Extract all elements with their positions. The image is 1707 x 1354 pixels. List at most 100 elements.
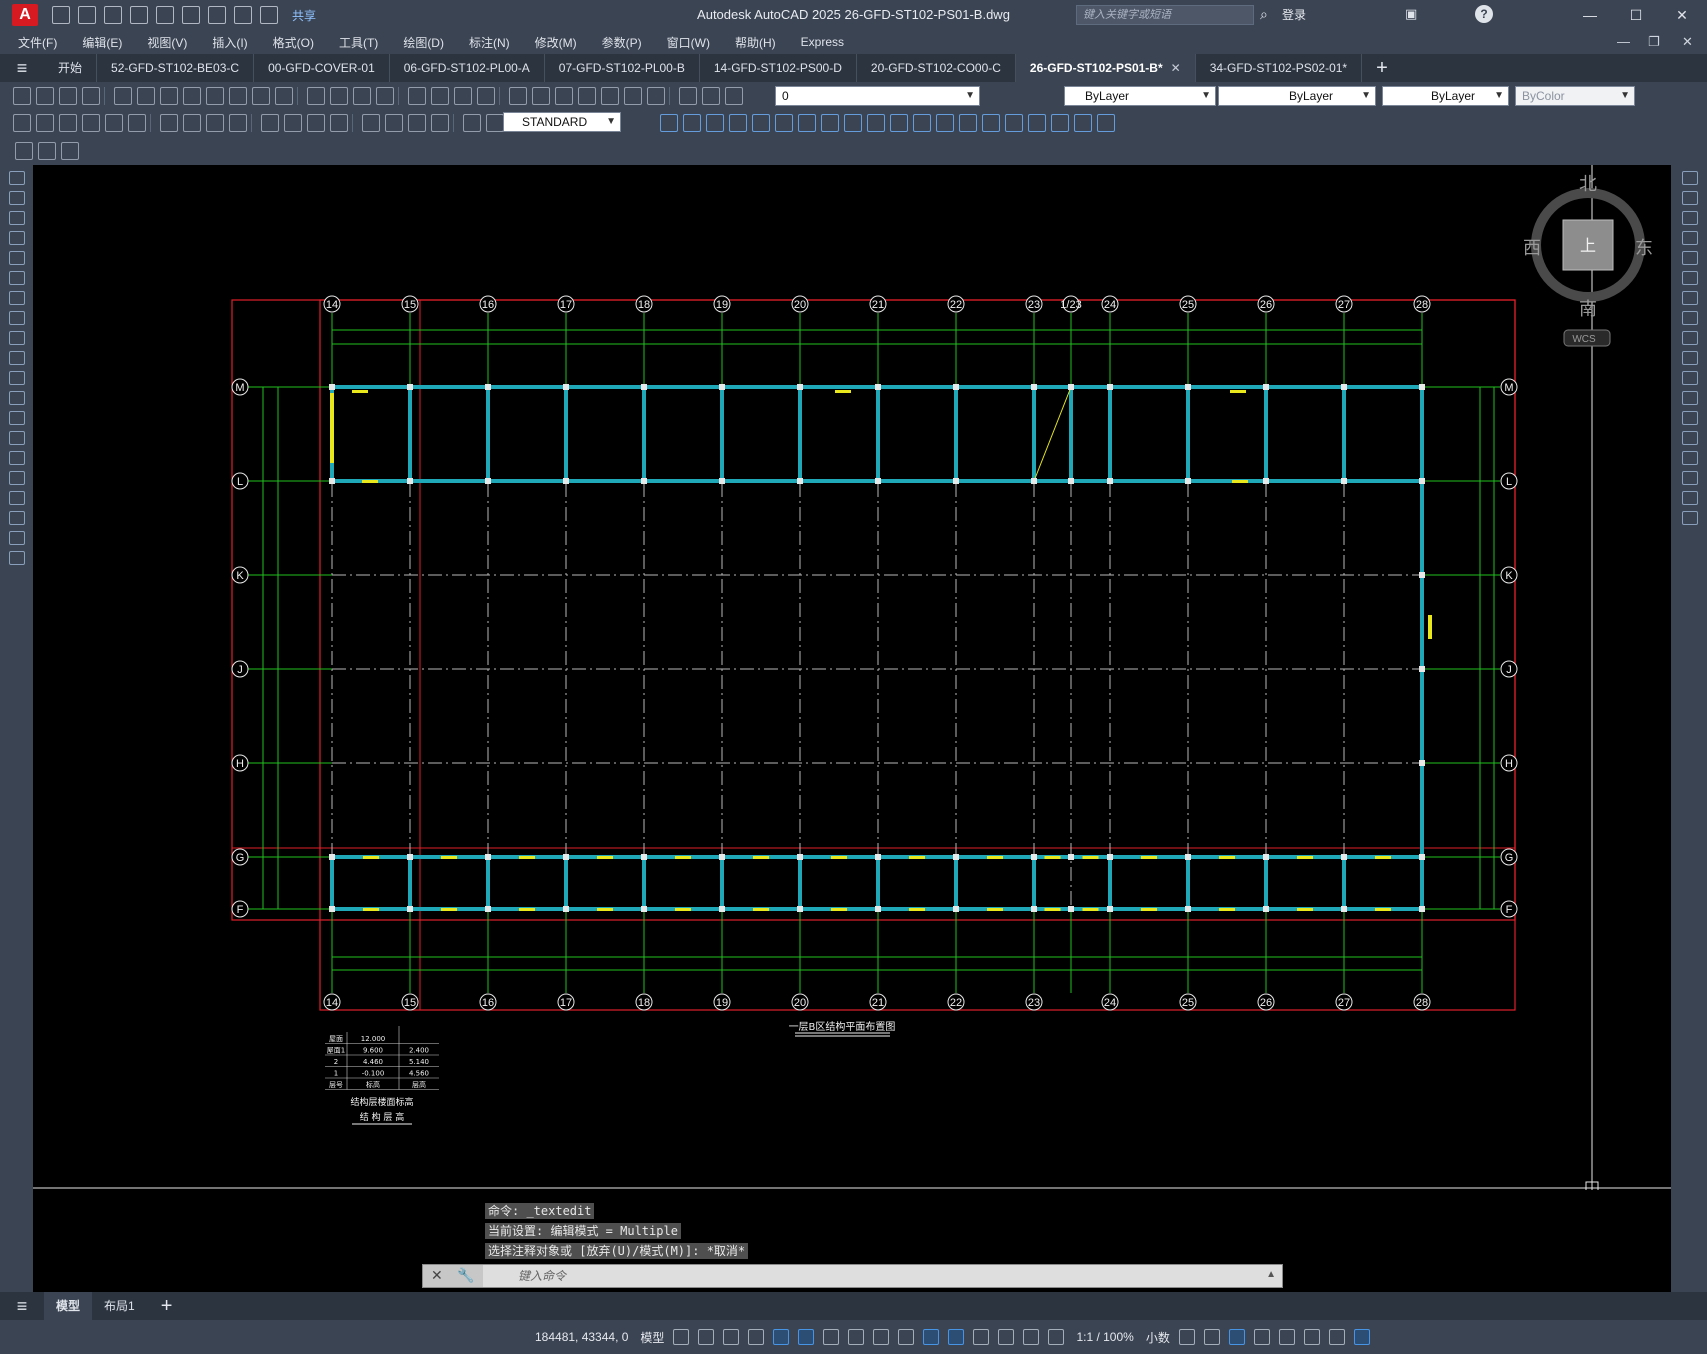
new-file-icon[interactable]: [52, 6, 70, 24]
close-command-line-icon[interactable]: ✕: [431, 1267, 443, 1284]
toolbar-tool-icon[interactable]: [702, 87, 720, 105]
status-units-dropdown[interactable]: 小数: [1146, 1329, 1170, 1346]
palette-tool-icon[interactable]: [1682, 191, 1698, 205]
palette-tool-icon[interactable]: [1682, 411, 1698, 425]
toolbar-tool-icon[interactable]: [1051, 114, 1069, 132]
status-toggle-icon[interactable]: [698, 1329, 715, 1345]
new-tab-icon[interactable]: +: [1376, 57, 1388, 80]
palette-tool-icon[interactable]: [9, 551, 25, 565]
toolbar-tool-icon[interactable]: [36, 87, 54, 105]
open-file-icon[interactable]: [78, 6, 96, 24]
linetype-dropdown[interactable]: ByLayer ▼: [1218, 86, 1376, 106]
palette-tool-icon[interactable]: [9, 531, 25, 545]
status-toggle-icon[interactable]: [1203, 1329, 1220, 1345]
toolbar-tool-icon[interactable]: [105, 114, 123, 132]
toolbar-tool-icon[interactable]: [61, 141, 79, 160]
palette-tool-icon[interactable]: [9, 251, 25, 265]
palette-tool-icon[interactable]: [1682, 171, 1698, 185]
menu-item[interactable]: 文件(F): [18, 34, 57, 51]
toolbar-tool-icon[interactable]: [160, 87, 178, 105]
toolbar-tool-icon[interactable]: [844, 114, 862, 132]
palette-tool-icon[interactable]: [9, 371, 25, 385]
toolbar-tool-icon[interactable]: [275, 87, 293, 105]
toolbar-tool-icon[interactable]: [913, 114, 931, 132]
toolbar-tool-icon[interactable]: [683, 114, 701, 132]
menu-item[interactable]: Express: [801, 35, 844, 49]
menu-item[interactable]: 帮助(H): [735, 34, 776, 51]
palette-tool-icon[interactable]: [9, 471, 25, 485]
toolbar-tool-icon[interactable]: [229, 87, 247, 105]
palette-tool-icon[interactable]: [1682, 211, 1698, 225]
minimize-button[interactable]: —: [1567, 0, 1613, 30]
toolbar-tool-icon[interactable]: [261, 114, 279, 132]
toolbar-tool-icon[interactable]: [1005, 114, 1023, 132]
maximize-button[interactable]: ☐: [1613, 0, 1659, 30]
status-toggle-icon[interactable]: [1178, 1329, 1195, 1345]
command-line[interactable]: ✕ 🔧 键入命令 ▲: [422, 1264, 1283, 1288]
status-toggle-icon[interactable]: [1353, 1329, 1370, 1345]
toolbar-tool-icon[interactable]: [982, 114, 1000, 132]
palette-tool-icon[interactable]: [1682, 251, 1698, 265]
toolbar-tool-icon[interactable]: [555, 87, 573, 105]
document-tab[interactable]: 26-GFD-ST102-PS01-B* ✕: [1015, 54, 1196, 82]
redo-icon[interactable]: [260, 6, 278, 24]
menu-item[interactable]: 窗口(W): [667, 34, 710, 51]
palette-tool-icon[interactable]: [1682, 331, 1698, 345]
menu-item[interactable]: 视图(V): [147, 34, 187, 51]
status-toggle-icon[interactable]: [748, 1329, 765, 1345]
status-toggle-icon[interactable]: [1303, 1329, 1320, 1345]
document-tab[interactable]: 20-GFD-ST102-CO00-C: [857, 54, 1016, 82]
status-toggle-icon[interactable]: [923, 1329, 940, 1345]
toolbar-tool-icon[interactable]: [59, 87, 77, 105]
toolbar-tool-icon[interactable]: [959, 114, 977, 132]
palette-tool-icon[interactable]: [1682, 471, 1698, 485]
palette-tool-icon[interactable]: [9, 331, 25, 345]
toolbar-tool-icon[interactable]: [13, 114, 31, 132]
document-tab[interactable]: 开始: [44, 54, 98, 82]
model-space-toggle[interactable]: 模型: [640, 1329, 664, 1346]
toolbar-tool-icon[interactable]: [867, 114, 885, 132]
toolbar-tool-icon[interactable]: [362, 114, 380, 132]
toolbar-tool-icon[interactable]: [59, 114, 77, 132]
palette-tool-icon[interactable]: [9, 511, 25, 525]
status-toggle-icon[interactable]: [948, 1329, 965, 1345]
toolbar-tool-icon[interactable]: [38, 141, 56, 160]
toolbar-tool-icon[interactable]: [385, 114, 403, 132]
doc-minimize-button[interactable]: —: [1617, 30, 1630, 54]
toolbar-tool-icon[interactable]: [137, 87, 155, 105]
toolbar-tool-icon[interactable]: [307, 87, 325, 105]
help-icon[interactable]: ?: [1475, 5, 1493, 23]
menu-item[interactable]: 工具(T): [339, 34, 378, 51]
drawing-canvas[interactable]: 14 14 15 15 16 16 17 17 18 18 19 19 20 20 21 21 22 22 23 23…: [33, 165, 1671, 1190]
toolbar-tool-icon[interactable]: [821, 114, 839, 132]
toolbar-tool-icon[interactable]: [36, 114, 54, 132]
document-tab[interactable]: 07-GFD-ST102-PL00-B: [545, 54, 700, 82]
status-toggle-icon[interactable]: [673, 1329, 690, 1345]
coordinate-readout[interactable]: 184481, 43344, 0: [535, 1330, 628, 1344]
menu-item[interactable]: 标注(N): [469, 34, 510, 51]
toolbar-tool-icon[interactable]: [725, 87, 743, 105]
toolbar-tool-icon[interactable]: [752, 114, 770, 132]
toolbar-tool-icon[interactable]: [431, 114, 449, 132]
menu-item[interactable]: 修改(M): [535, 34, 577, 51]
toolbar-tool-icon[interactable]: [890, 114, 908, 132]
save-icon[interactable]: [104, 6, 122, 24]
status-toggle-icon[interactable]: [1278, 1329, 1295, 1345]
menu-item[interactable]: 编辑(E): [82, 34, 122, 51]
palette-tool-icon[interactable]: [9, 311, 25, 325]
save-web-icon[interactable]: [182, 6, 200, 24]
document-tab[interactable]: 14-GFD-ST102-PS00-D: [700, 54, 857, 82]
toolbar-tool-icon[interactable]: [252, 87, 270, 105]
palette-tool-icon[interactable]: [1682, 271, 1698, 285]
toolbar-tool-icon[interactable]: [706, 114, 724, 132]
open-web-icon[interactable]: [156, 6, 174, 24]
toolbar-tool-icon[interactable]: [477, 87, 495, 105]
toolbar-tool-icon[interactable]: [798, 114, 816, 132]
status-toggle-icon[interactable]: [723, 1329, 740, 1345]
status-toggle-icon[interactable]: [1228, 1329, 1245, 1345]
menu-item[interactable]: 格式(O): [273, 34, 314, 51]
doc-close-button[interactable]: ✕: [1682, 30, 1693, 54]
lineweight-dropdown[interactable]: ByLayer ▼: [1382, 86, 1509, 106]
toolbar-tool-icon[interactable]: [486, 114, 504, 132]
plot-icon[interactable]: [208, 6, 226, 24]
